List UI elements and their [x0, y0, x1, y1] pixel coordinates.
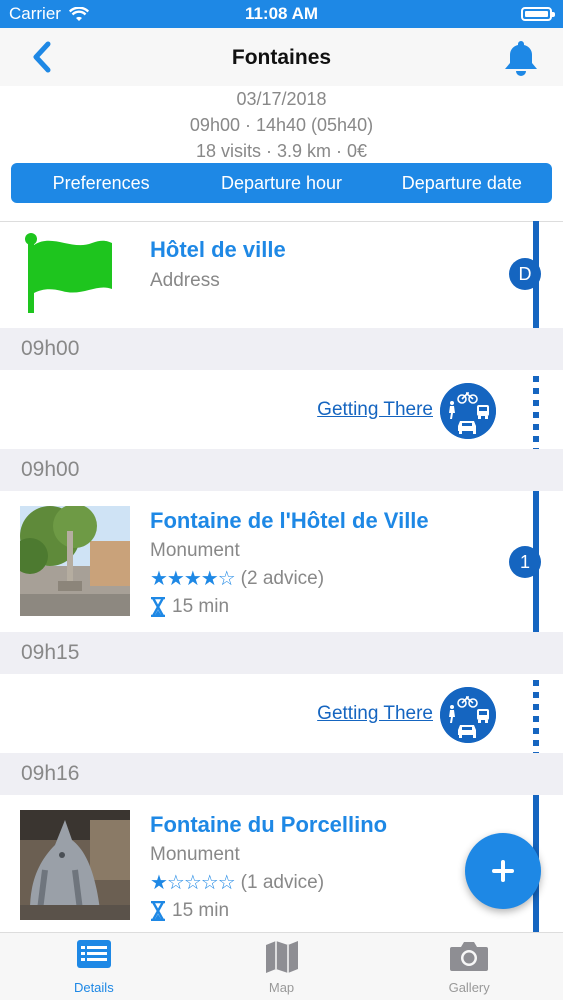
- start-row[interactable]: Hôtel de ville Address: [0, 221, 530, 328]
- preferences-button[interactable]: Preferences: [11, 163, 191, 203]
- rating-stars: ★★★★☆: [150, 568, 236, 590]
- time-band: 09h15: [0, 632, 563, 674]
- list-icon: [76, 940, 111, 968]
- time-label: 09h16: [21, 762, 80, 785]
- start-badge: D: [509, 258, 541, 290]
- tab-gallery[interactable]: Gallery: [375, 933, 563, 1000]
- tab-label: Details: [73, 980, 114, 995]
- status-bar: Carrier 11:08 AM: [0, 0, 563, 28]
- trip-date: 03/17/2018: [236, 89, 327, 109]
- duration-value: 15 min: [172, 596, 230, 617]
- tab-bar: Details Map Gallery: [0, 932, 563, 1000]
- hourglass-icon: [151, 597, 165, 617]
- duration: 15 min: [150, 900, 229, 922]
- camera-icon: [450, 942, 489, 971]
- trip-hours: 09h00 · 14h40 (05h40): [189, 115, 374, 135]
- time-band: 09h00: [0, 328, 563, 370]
- time-label: 09h00: [21, 337, 80, 360]
- tab-label: Map: [268, 980, 295, 995]
- visit-category: Monument: [150, 844, 240, 865]
- visit-name: Fontaine du Porcellino: [150, 812, 388, 837]
- trip-stats: 18 visits · 3.9 km · 0€: [195, 141, 368, 161]
- fountain-photo: [20, 506, 130, 616]
- clock: 11:08 AM: [244, 4, 319, 23]
- tab-label: Gallery: [448, 980, 490, 995]
- rating-stars: ★☆☆☆☆: [150, 872, 236, 894]
- green-flag-icon: [25, 233, 112, 313]
- rating: ★☆☆☆☆ (1 advice): [150, 870, 324, 895]
- departure-date-button[interactable]: Departure date: [372, 163, 552, 203]
- hourglass-icon: [151, 901, 165, 921]
- options-segmented-control: Preferences Departure hour Departure dat…: [11, 163, 552, 203]
- page-title: Fontaines: [231, 46, 332, 69]
- time-band: 09h00: [0, 449, 563, 491]
- start-address: Address: [150, 270, 220, 291]
- time-label: 09h00: [21, 458, 80, 481]
- add-button[interactable]: [465, 833, 541, 909]
- tab-details[interactable]: Details: [0, 933, 188, 1000]
- duration-value: 15 min: [172, 900, 230, 921]
- rating: ★★★★☆ (2 advice): [150, 566, 324, 591]
- porcellino-photo: [20, 810, 130, 920]
- transport-modes-icon[interactable]: [440, 687, 496, 743]
- advice-count: (1 advice): [240, 871, 325, 893]
- visit-category: Monument: [150, 540, 240, 561]
- getting-there-link[interactable]: Getting There: [317, 703, 433, 725]
- start-name: Hôtel de ville: [150, 237, 286, 262]
- transport-modes-icon[interactable]: [440, 383, 496, 439]
- map-icon: [265, 941, 298, 973]
- time-band: 09h16: [0, 753, 563, 795]
- visit-order-badge: 1: [509, 546, 541, 578]
- duration: 15 min: [150, 596, 229, 618]
- visit-name: Fontaine de l'Hôtel de Ville: [150, 508, 429, 533]
- advice-count: (2 advice): [240, 567, 325, 589]
- getting-there-link[interactable]: Getting There: [317, 399, 433, 421]
- bell-icon[interactable]: [501, 38, 541, 78]
- navigation-bar: Fontaines: [0, 28, 563, 86]
- trip-summary: 03/17/2018 09h00 · 14h40 (05h40) 18 visi…: [0, 86, 563, 164]
- visit-row[interactable]: Fontaine de l'Hôtel de Ville Monument ★★…: [0, 490, 530, 632]
- departure-hour-button[interactable]: Departure hour: [191, 163, 371, 203]
- time-label: 09h15: [21, 641, 80, 664]
- battery-icon: [521, 7, 555, 21]
- tab-map[interactable]: Map: [188, 933, 376, 1000]
- visit-row[interactable]: Fontaine du Porcellino Monument ★☆☆☆☆ (1…: [0, 794, 530, 932]
